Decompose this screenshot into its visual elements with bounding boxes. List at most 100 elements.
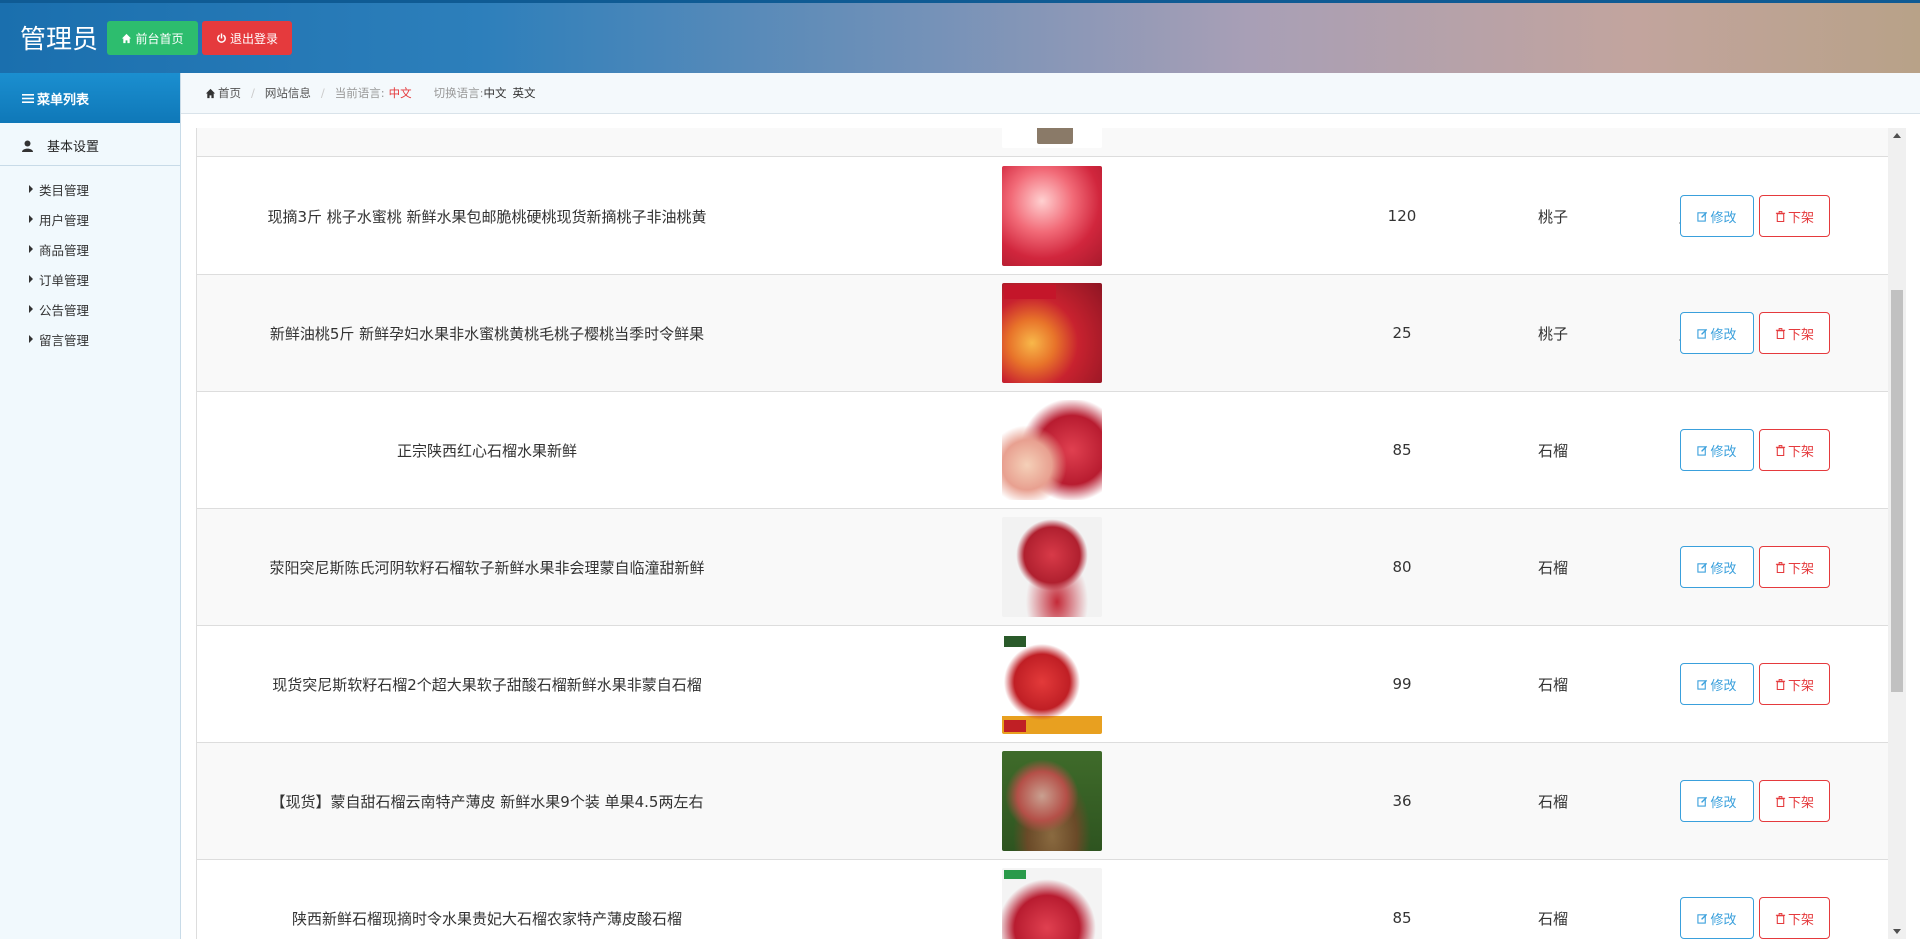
take-down-label: 下架	[1787, 444, 1814, 460]
sidebar-item-label: 用户管理	[39, 212, 90, 228]
trash-icon	[1775, 444, 1786, 456]
edit-label: 修改	[1710, 678, 1737, 694]
lang-english-link[interactable]: 英文	[513, 85, 536, 101]
trash-icon	[1775, 210, 1786, 222]
sidebar-item-users[interactable]: 用户管理	[0, 204, 180, 234]
caret-right-icon	[29, 215, 33, 223]
table-row: 新鲜油桃5斤 新鲜孕妇水果非水蜜桃黄桃毛桃子樱桃当季时令鲜果 25 桃子 史德镇…	[197, 275, 1888, 392]
table-row: 正宗陕西红心石榴水果新鲜 85 石榴 肖山御石榴 修改 下架	[197, 392, 1888, 509]
table-row: 【现货】蒙自甜石榴云南特产薄皮 新鲜水果9个装 单果4.5两左右 36 石榴 肖…	[197, 743, 1888, 860]
product-image	[1002, 128, 1102, 148]
take-down-button[interactable]: 下架	[1759, 780, 1830, 822]
product-table: 现摘3斤 桃子水蜜桃 新鲜水果包邮脆桃硬桃现货新摘桃子非油桃黄 120 桃子 史…	[196, 128, 1888, 939]
sidebar: 菜单列表 基本设置 类目管理 用户管理 商品管理 订单管理 公告管理 留言管理	[0, 73, 181, 939]
edit-button[interactable]: 修改	[1680, 429, 1754, 471]
menu-list-title: 菜单列表	[0, 73, 180, 123]
breadcrumb-home[interactable]: 首页	[218, 85, 241, 101]
edit-button[interactable]: 修改	[1680, 663, 1754, 705]
home-icon	[205, 88, 216, 98]
sidebar-item-messages[interactable]: 留言管理	[0, 324, 180, 354]
product-image	[1002, 283, 1102, 383]
sidebar-item-label: 类目管理	[39, 182, 90, 198]
edit-button[interactable]: 修改	[1680, 195, 1754, 237]
home-icon	[122, 33, 132, 43]
take-down-label: 下架	[1787, 678, 1814, 694]
product-image	[1002, 634, 1102, 734]
take-down-button[interactable]: 下架	[1759, 195, 1830, 237]
admin-title: 管理员	[20, 25, 99, 55]
product-category: 桃子	[1537, 207, 1568, 226]
table-row	[197, 128, 1888, 157]
logout-button[interactable]: 退出登录	[202, 21, 292, 55]
basic-settings-group[interactable]: 基本设置	[0, 126, 180, 166]
take-down-button[interactable]: 下架	[1759, 663, 1830, 705]
current-lang-label: 当前语言:	[334, 86, 385, 100]
trash-icon	[1775, 678, 1786, 690]
table-row: 荥阳突尼斯陈氏河阴软籽石榴软子新鲜水果非会理蒙自临潼甜新鲜 80 石榴 肖山御石…	[197, 509, 1888, 626]
top-header: 管理员 前台首页 退出登录	[0, 0, 1920, 73]
edit-button[interactable]: 修改	[1680, 312, 1754, 354]
caret-right-icon	[29, 245, 33, 253]
product-name: 【现货】蒙自甜石榴云南特产薄皮 新鲜水果9个装 单果4.5两左右	[270, 792, 704, 811]
sidebar-item-label: 留言管理	[39, 332, 90, 348]
sidebar-item-notices[interactable]: 公告管理	[0, 294, 180, 324]
caret-right-icon	[29, 185, 33, 193]
frontend-home-label: 前台首页	[135, 31, 184, 46]
take-down-label: 下架	[1787, 912, 1814, 928]
edit-icon	[1697, 913, 1708, 924]
take-down-label: 下架	[1787, 561, 1814, 577]
edit-button[interactable]: 修改	[1680, 780, 1754, 822]
take-down-label: 下架	[1787, 795, 1814, 811]
product-category: 石榴	[1537, 675, 1568, 694]
current-lang-value: 中文	[388, 86, 412, 100]
edit-icon	[1697, 328, 1708, 339]
power-icon	[217, 32, 226, 43]
product-image	[1002, 166, 1102, 266]
table-row: 现摘3斤 桃子水蜜桃 新鲜水果包邮脆桃硬桃现货新摘桃子非油桃黄 120 桃子 史…	[197, 158, 1888, 275]
user-icon	[22, 140, 33, 152]
sidebar-item-label: 订单管理	[39, 272, 90, 288]
take-down-button[interactable]: 下架	[1759, 429, 1830, 471]
edit-icon	[1697, 679, 1708, 690]
take-down-label: 下架	[1787, 327, 1814, 343]
breadcrumb: 首页 / 网站信息 / 当前语言: 中文 切换语言: 中文 英文	[181, 73, 1920, 114]
edit-icon	[1697, 796, 1708, 807]
product-name: 正宗陕西红心石榴水果新鲜	[396, 441, 577, 460]
sidebar-item-label: 商品管理	[39, 242, 90, 258]
edit-label: 修改	[1710, 795, 1737, 811]
trash-icon	[1775, 912, 1786, 924]
table-row: 现货突尼斯软籽石榴2个超大果软子甜酸石榴新鲜水果非蒙自石榴 99 石榴 肖山御石…	[197, 626, 1888, 743]
breadcrumb-page[interactable]: 网站信息	[265, 85, 311, 101]
lang-chinese-link[interactable]: 中文	[484, 85, 507, 101]
product-price: 25	[1392, 324, 1412, 342]
sidebar-item-label: 公告管理	[39, 302, 90, 318]
product-name: 陕西新鲜石榴现摘时令水果贵妃大石榴农家特产薄皮酸石榴	[291, 909, 682, 928]
take-down-button[interactable]: 下架	[1759, 546, 1830, 588]
sidebar-item-orders[interactable]: 订单管理	[0, 264, 180, 294]
edit-icon	[1697, 211, 1708, 222]
edit-icon	[1697, 445, 1708, 456]
trash-icon	[1775, 327, 1786, 339]
vertical-scrollbar[interactable]	[1888, 128, 1906, 939]
product-category: 石榴	[1537, 909, 1568, 928]
take-down-button[interactable]: 下架	[1759, 897, 1830, 939]
edit-label: 修改	[1710, 561, 1737, 577]
list-icon	[22, 93, 34, 103]
scrollbar-thumb[interactable]	[1891, 290, 1903, 692]
sidebar-item-products[interactable]: 商品管理	[0, 234, 180, 264]
product-price: 85	[1392, 909, 1412, 927]
menu-title-label: 菜单列表	[37, 92, 90, 108]
product-image	[1002, 400, 1102, 500]
scroll-down-arrow-icon[interactable]	[1893, 929, 1901, 934]
scroll-up-arrow-icon[interactable]	[1893, 133, 1901, 138]
switch-lang-label: 切换语言:	[433, 86, 484, 100]
frontend-home-button[interactable]: 前台首页	[107, 21, 198, 55]
group-title-label: 基本设置	[47, 140, 100, 155]
product-image	[1002, 751, 1102, 851]
edit-button[interactable]: 修改	[1680, 546, 1754, 588]
take-down-button[interactable]: 下架	[1759, 312, 1830, 354]
sidebar-item-category[interactable]: 类目管理	[0, 174, 180, 204]
menu-list: 类目管理 用户管理 商品管理 订单管理 公告管理 留言管理	[0, 166, 180, 354]
caret-right-icon	[29, 335, 33, 343]
edit-button[interactable]: 修改	[1680, 897, 1754, 939]
